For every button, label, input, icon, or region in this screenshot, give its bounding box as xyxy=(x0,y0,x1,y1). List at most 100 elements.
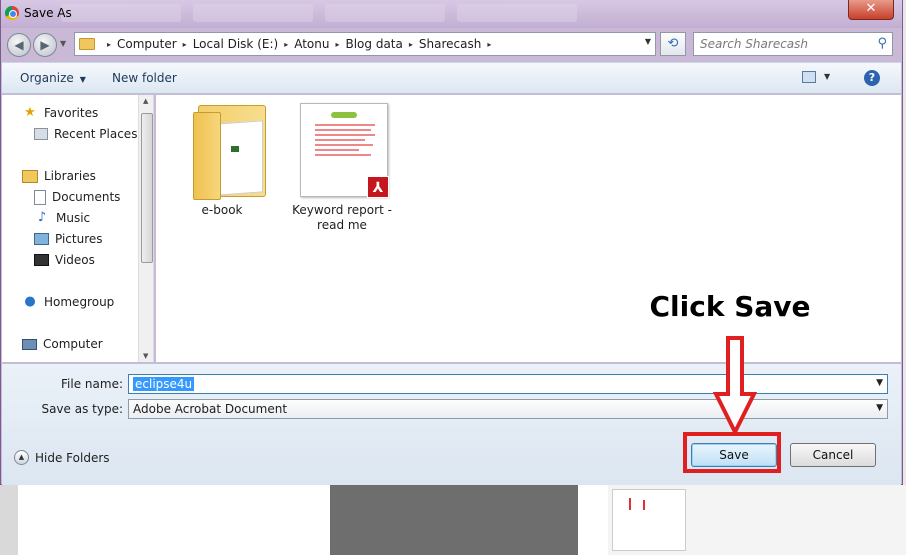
thumbnail-marker xyxy=(629,498,631,510)
scroll-down-icon[interactable]: ▼ xyxy=(143,352,148,360)
folder-icon xyxy=(193,105,266,200)
chevron-down-icon: ▼ xyxy=(79,75,86,84)
chevron-right-icon[interactable]: ▸ xyxy=(487,40,491,49)
new-folder-button[interactable]: New folder xyxy=(112,71,177,85)
sidebar-item-label: Pictures xyxy=(55,232,103,246)
folder-thumbnail xyxy=(176,101,268,200)
sidebar-item-music[interactable]: ♪ Music xyxy=(34,208,90,228)
chevron-up-icon: ▲ xyxy=(14,450,29,465)
view-options-dropdown-icon[interactable]: ▼ xyxy=(824,72,830,81)
sidebar-item-videos[interactable]: Videos xyxy=(34,250,95,270)
recent-locations-dropdown-icon[interactable]: ▼ xyxy=(60,39,66,48)
chevron-right-icon[interactable]: ▸ xyxy=(107,40,111,49)
thumbnail-text-line xyxy=(315,144,373,146)
thumbnail-logo xyxy=(331,112,357,118)
folder-flap xyxy=(193,112,221,200)
chevron-right-icon[interactable]: ▸ xyxy=(409,40,413,49)
chevron-right-icon[interactable]: ▸ xyxy=(183,40,187,49)
search-placeholder: Search Sharecash xyxy=(700,37,809,51)
file-name-label: File name: xyxy=(61,377,123,391)
chrome-icon xyxy=(5,6,19,20)
sidebar-item-recent-places[interactable]: Recent Places xyxy=(34,124,137,144)
help-button[interactable]: ? xyxy=(864,70,880,86)
address-dropdown-icon[interactable]: ▼ xyxy=(645,37,651,46)
sidebar-item-label: Libraries xyxy=(44,169,96,183)
save-type-select[interactable]: Adobe Acrobat Document ▼ xyxy=(128,399,888,419)
sidebar-item-favorites[interactable]: ★ Favorites xyxy=(22,103,98,123)
sidebar-item-label: Recent Places xyxy=(54,127,138,141)
sidebar-item-libraries[interactable]: Libraries xyxy=(22,166,96,186)
thumbnail-text-line xyxy=(315,134,375,136)
sidebar-item-label: Computer xyxy=(43,337,103,351)
close-button[interactable]: ✕ xyxy=(848,0,894,20)
sidebar-item-label: Documents xyxy=(52,190,121,204)
file-name-field[interactable]: eclipse4u ▼ xyxy=(128,374,888,394)
music-icon: ♪ xyxy=(37,210,47,225)
navigation-pane: ★ Favorites Recent Places Libraries Docum… xyxy=(2,95,154,362)
back-button[interactable]: ◀ xyxy=(7,33,31,57)
search-icon[interactable]: ⚲ xyxy=(877,36,887,51)
scrollbar-thumb[interactable] xyxy=(141,113,153,263)
background-article xyxy=(608,485,906,555)
sidebar-item-pictures[interactable]: Pictures xyxy=(34,229,103,249)
title-bar: Save As ✕ xyxy=(1,0,902,28)
sidebar-item-computer[interactable]: Computer xyxy=(22,334,103,354)
change-view-icon[interactable] xyxy=(802,71,816,83)
save-type-label: Save as type: xyxy=(41,402,123,416)
chevron-down-icon[interactable]: ▼ xyxy=(876,403,883,413)
documents-icon xyxy=(34,189,46,205)
thumbnail-text-line xyxy=(315,139,365,141)
thumbnail-marker xyxy=(643,500,645,510)
navigation-scrollbar[interactable]: ▲ ▼ xyxy=(138,95,153,362)
pdf-file-icon: ⅄ xyxy=(300,103,389,198)
address-row: ◀ ▶ ▼ ▸ Computer ▸ Local Disk (E:) ▸ Ato… xyxy=(1,28,902,60)
save-type-value: Adobe Acrobat Document xyxy=(133,402,288,416)
breadcrumb-sharecash[interactable]: Sharecash xyxy=(419,37,481,51)
file-item-keyword-report[interactable]: ⅄ Keyword report - read me xyxy=(290,101,394,233)
library-icon xyxy=(22,169,38,183)
background-left-strip xyxy=(0,485,18,555)
chevron-right-icon[interactable]: ▸ xyxy=(284,40,288,49)
breadcrumb-blog-data[interactable]: Blog data xyxy=(345,37,402,51)
folder-thumbnail-image xyxy=(231,146,239,152)
sidebar-item-documents[interactable]: Documents xyxy=(34,187,120,207)
search-input[interactable]: Search Sharecash ⚲ xyxy=(693,32,893,56)
pdf-thumbnail: ⅄ xyxy=(296,101,389,199)
save-as-dialog: Save As ✕ ◀ ▶ ▼ ▸ Computer ▸ Local Disk … xyxy=(0,0,903,485)
file-name-label: Keyword report - read me xyxy=(292,203,392,232)
thumbnail-text-line xyxy=(315,129,371,131)
background-tab xyxy=(325,4,445,22)
hide-folders-button[interactable]: ▲ Hide Folders xyxy=(14,450,110,465)
star-icon: ★ xyxy=(24,105,36,120)
down-arrow-icon xyxy=(712,336,758,436)
folder-icon xyxy=(79,38,95,50)
background-tabs xyxy=(61,4,621,24)
background-gray-panel xyxy=(330,485,578,555)
acrobat-badge-icon: ⅄ xyxy=(367,176,389,198)
address-bar[interactable]: ▸ Computer ▸ Local Disk (E:) ▸ Atonu ▸ B… xyxy=(74,32,656,56)
scroll-up-icon[interactable]: ▲ xyxy=(143,97,148,105)
thumbnail-text-line xyxy=(315,149,359,151)
pictures-icon xyxy=(34,233,49,245)
thumbnail-text-line xyxy=(315,124,375,126)
command-toolbar: Organize ▼ New folder ▼ ? xyxy=(2,62,901,94)
forward-button[interactable]: ▶ xyxy=(33,33,57,57)
breadcrumb-local-disk[interactable]: Local Disk (E:) xyxy=(193,37,279,51)
recent-places-icon xyxy=(34,128,48,140)
sidebar-item-label: Favorites xyxy=(44,106,99,120)
refresh-icon: ⟲ xyxy=(667,36,679,51)
file-name-label: e-book xyxy=(201,203,243,217)
sidebar-item-label: Videos xyxy=(55,253,95,267)
breadcrumb-computer[interactable]: Computer xyxy=(117,37,177,51)
cancel-button[interactable]: Cancel xyxy=(790,443,876,467)
organize-label: Organize xyxy=(20,71,74,85)
background-thumbnail xyxy=(612,489,686,551)
sidebar-item-homegroup[interactable]: ● Homegroup xyxy=(22,292,114,312)
chevron-down-icon[interactable]: ▼ xyxy=(876,378,883,388)
breadcrumb-atonu[interactable]: Atonu xyxy=(294,37,329,51)
hide-folders-label: Hide Folders xyxy=(35,450,110,465)
organize-button[interactable]: Organize ▼ xyxy=(20,71,86,85)
refresh-button[interactable]: ⟲ xyxy=(660,32,686,56)
file-item-ebook[interactable]: e-book xyxy=(170,101,274,218)
chevron-right-icon[interactable]: ▸ xyxy=(335,40,339,49)
